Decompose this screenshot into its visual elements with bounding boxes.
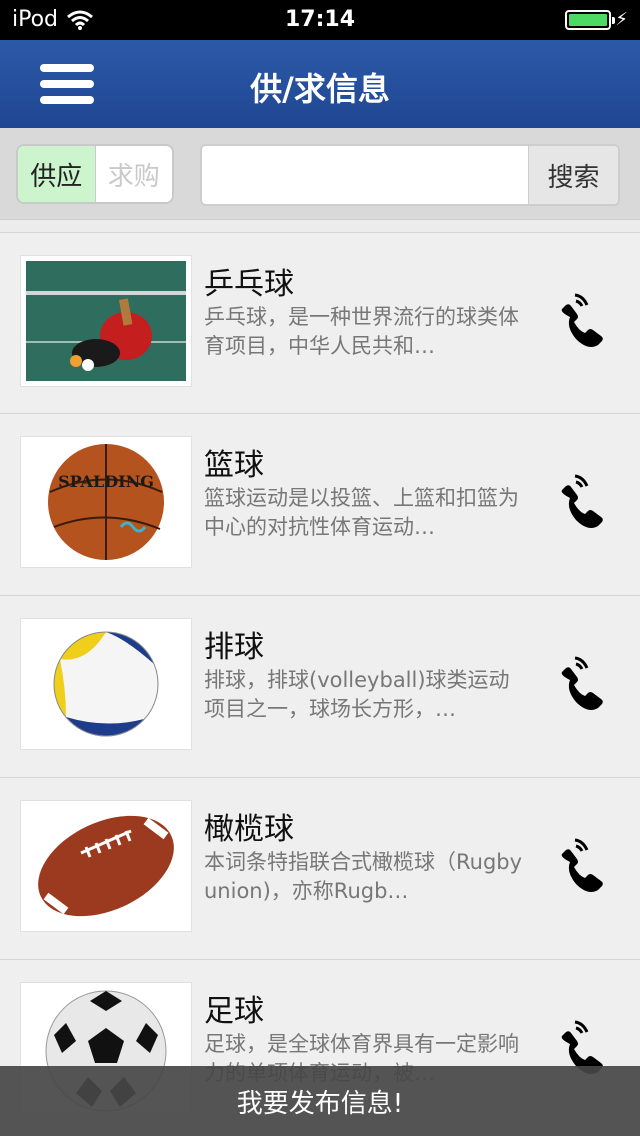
page-title: 供/求信息 (250, 70, 390, 108)
item-title: 乒乓球 (204, 267, 294, 302)
volleyball-image (20, 618, 192, 750)
phone-call-icon[interactable] (548, 650, 614, 716)
search-input[interactable] (202, 146, 528, 204)
item-title: 足球 (204, 994, 264, 1029)
battery-icon (565, 9, 616, 30)
info-list: 乒乓球 乒乓球，是一种世界流行的球类体育项目，中华人民共和… SPALDING … (0, 232, 640, 1136)
tab-supply[interactable]: 供应 (18, 146, 96, 202)
phone-call-icon[interactable] (548, 287, 614, 353)
list-item[interactable]: 排球 排球，排球(volleyball)球类运动项目之一，球场长方形，… (0, 596, 640, 778)
phone-call-icon[interactable] (548, 468, 614, 534)
item-desc: 篮球运动是以投篮、上篮和扣篮为中心的对抗性体育运动… (204, 486, 519, 539)
clock: 17:14 (284, 7, 356, 32)
item-title: 橄榄球 (204, 812, 294, 847)
item-title: 篮球 (204, 448, 264, 483)
svg-text:SPALDING: SPALDING (58, 472, 154, 491)
nav-bar: 供/求信息 (0, 40, 640, 128)
rugby-image (20, 800, 192, 932)
status-bar: iPod 17:14 ⚡ (0, 0, 640, 40)
list-item[interactable]: SPALDING 篮球 篮球运动是以投篮、上篮和扣篮为中心的对抗性体育运动… (0, 414, 640, 596)
basketball-image: SPALDING (20, 436, 192, 568)
item-title: 排球 (204, 630, 264, 665)
item-desc: 乒乓球，是一种世界流行的球类体育项目，中华人民共和… (204, 305, 519, 358)
tab-demand[interactable]: 求购 (96, 146, 173, 202)
publish-button[interactable]: 我要发布信息! (0, 1066, 640, 1136)
list-item[interactable]: 乒乓球 乒乓球，是一种世界流行的球类体育项目，中华人民共和… (0, 232, 640, 414)
search-bar: 供应 求购 搜索 (0, 128, 640, 220)
item-desc: 本词条特指联合式橄榄球（Rugby union)，亦称Rugb… (204, 850, 523, 903)
supply-demand-toggle: 供应 求购 (16, 144, 174, 204)
ping-pong-image (20, 255, 192, 387)
search-button[interactable]: 搜索 (528, 146, 618, 204)
status-right: ⚡ (565, 9, 628, 30)
search-box: 搜索 (200, 144, 620, 206)
charging-icon: ⚡ (615, 9, 628, 30)
list-item[interactable]: 橄榄球 本词条特指联合式橄榄球（Rugby union)，亦称Rugb… (0, 778, 640, 960)
item-desc: 排球，排球(volleyball)球类运动项目之一，球场长方形，… (204, 668, 510, 721)
phone-call-icon[interactable] (548, 832, 614, 898)
